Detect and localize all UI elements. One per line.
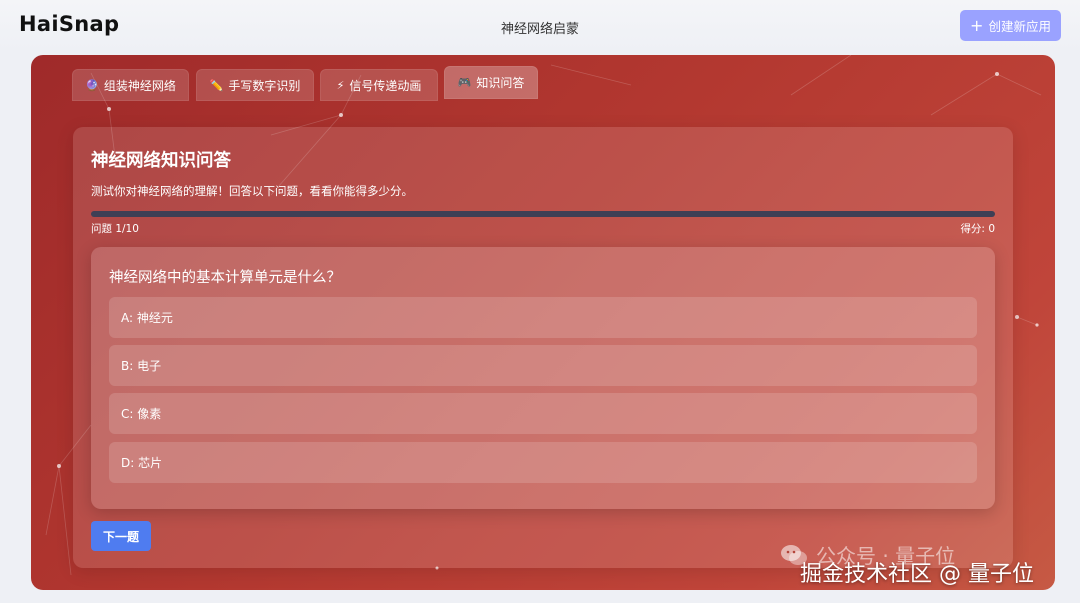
app-stage: 🔮 组装神经网络 ✏️ 手写数字识别 ⚡ 信号传递动画 🎮 知识问答 神经网络知…	[31, 55, 1055, 590]
plus-icon: +	[970, 15, 984, 35]
tab-label: 组装神经网络	[103, 78, 176, 93]
question-card: 神经网络中的基本计算单元是什么？ A: 神经元 B: 电子 C: 像素 D: 芯…	[91, 247, 995, 509]
tab-label: 知识问答	[476, 76, 525, 90]
tab-digit-recognition[interactable]: ✏️ 手写数字识别	[196, 69, 314, 101]
app-title: 神经网络启蒙	[500, 22, 579, 37]
option-b[interactable]: B: 电子	[109, 345, 977, 386]
crystal-ball-icon: 🔮	[85, 78, 99, 92]
tab-build-network[interactable]: 🔮 组装神经网络	[72, 69, 189, 101]
next-question-button[interactable]: 下一题	[91, 521, 151, 551]
create-app-label: 创建新应用	[988, 19, 1051, 34]
top-bar: HaiSnap 神经网络启蒙 + 创建新应用	[0, 0, 1080, 52]
tab-quiz[interactable]: 🎮 知识问答	[444, 66, 538, 99]
quiz-progress-bar	[91, 211, 995, 217]
quiz-title: 神经网络知识问答	[91, 151, 231, 171]
tab-label: 手写数字识别	[228, 78, 301, 93]
tab-signal-animation[interactable]: ⚡ 信号传递动画	[320, 69, 438, 101]
quiz-description: 测试你对神经网络的理解！回答以下问题，看看你能得多少分。	[91, 184, 413, 198]
create-app-button[interactable]: + 创建新应用	[960, 10, 1061, 41]
gamepad-icon: 🎮	[457, 76, 472, 89]
quiz-panel: 神经网络知识问答 测试你对神经网络的理解！回答以下问题，看看你能得多少分。 问题…	[73, 127, 1013, 568]
question-counter: 问题 1/10	[91, 223, 139, 235]
option-c[interactable]: C: 像素	[109, 393, 977, 434]
question-text: 神经网络中的基本计算单元是什么？	[109, 270, 341, 286]
option-d[interactable]: D: 芯片	[109, 442, 977, 483]
score-display: 得分: 0	[960, 223, 995, 235]
tab-label: 信号传递动画	[349, 78, 422, 93]
pencil-icon: ✏️	[209, 78, 224, 92]
option-a[interactable]: A: 神经元	[109, 297, 977, 338]
lightning-icon: ⚡	[336, 78, 345, 92]
